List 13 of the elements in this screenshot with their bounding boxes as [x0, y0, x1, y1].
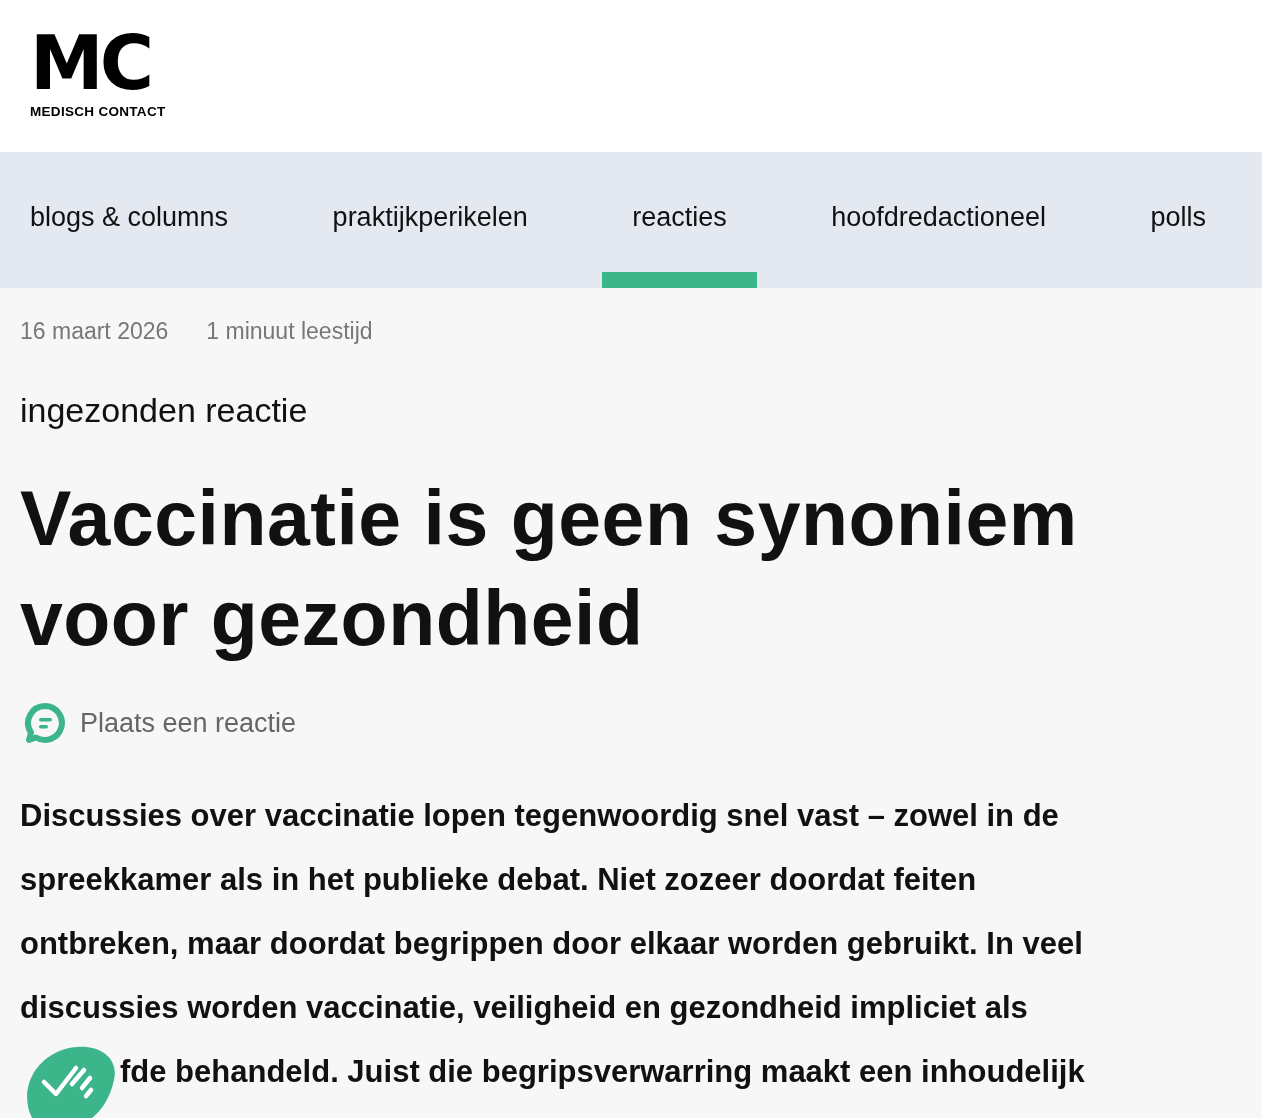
- article-category: ingezonden reactie: [20, 391, 309, 430]
- nav-tab[interactable]: blogs & columns: [30, 152, 259, 288]
- chat-bubble-icon: [24, 702, 66, 744]
- comment-link[interactable]: Plaats een reactie: [20, 702, 297, 744]
- reading-time: 1 minuut leestijd: [206, 318, 373, 345]
- article-intro-continued: fde behandeld. Juist die begripsverwarring maakt een inhoudelijk: [120, 1053, 1085, 1091]
- article-title: Vaccinatie is geen synoniem voor gezondheid: [20, 474, 1079, 663]
- nav-tab[interactable]: praktijkperikelen: [302, 152, 558, 288]
- article-date: 16 maart 2026: [20, 318, 169, 345]
- logo[interactable]: MC MEDISCH CONTACT: [30, 26, 166, 121]
- nav-tab[interactable]: polls: [1120, 152, 1232, 288]
- nav-tab[interactable]: hoofdredactioneel: [801, 152, 1076, 288]
- nav-tab[interactable]: reacties: [602, 152, 757, 288]
